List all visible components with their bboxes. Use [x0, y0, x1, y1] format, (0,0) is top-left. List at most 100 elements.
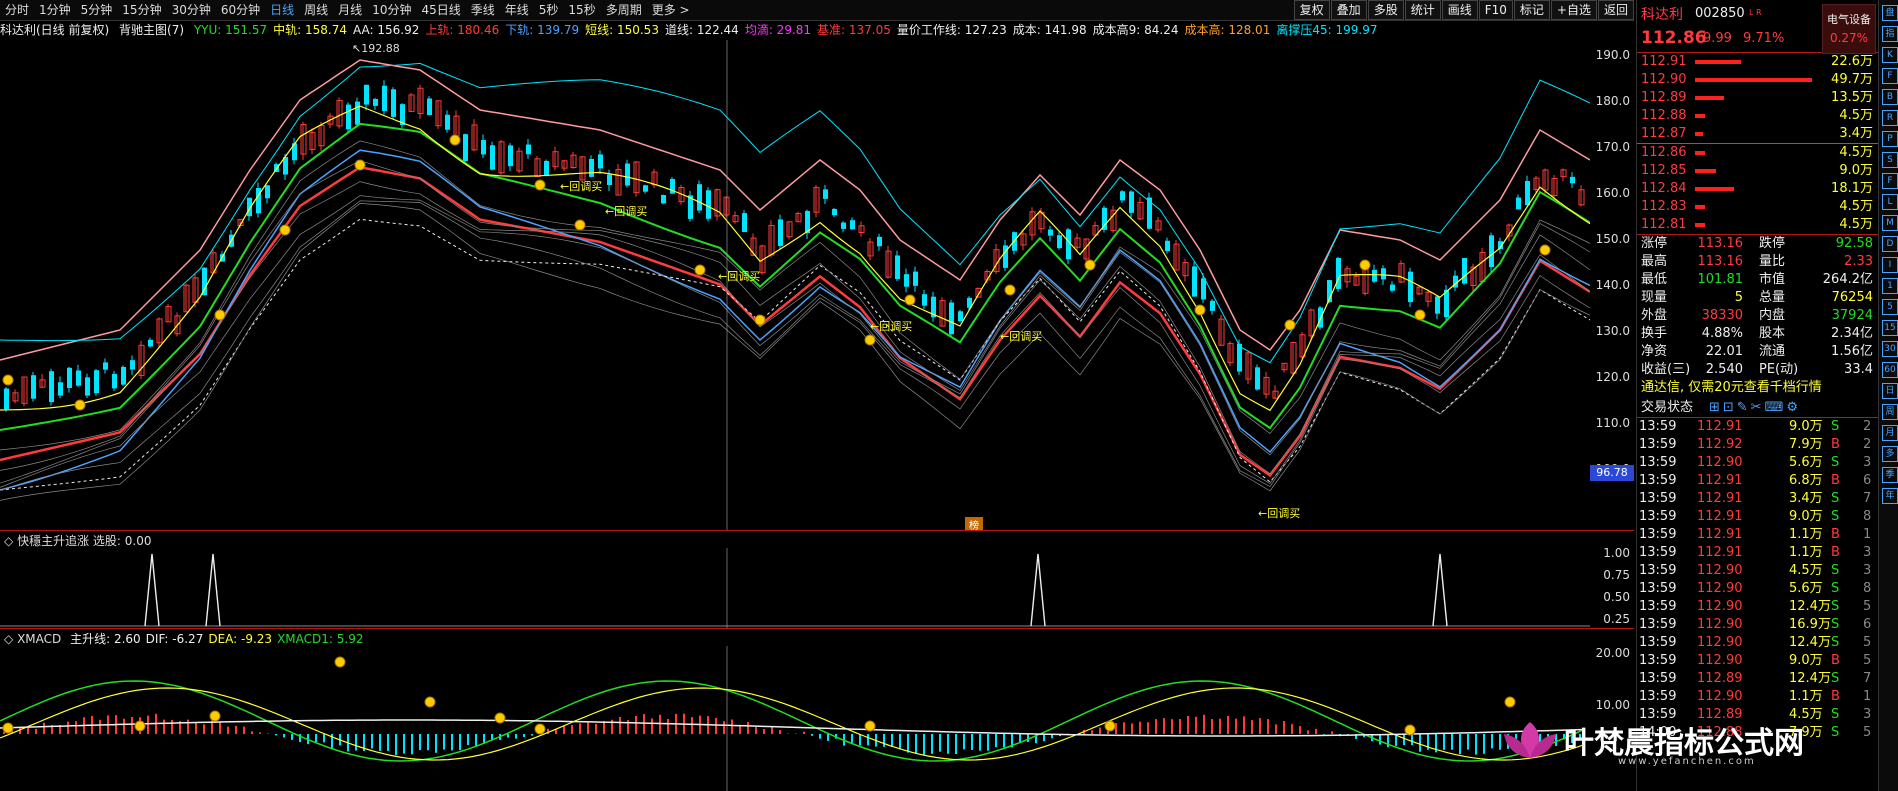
fan-line — [0, 200, 1590, 491]
toolbar-button-0[interactable]: 复权 — [1293, 0, 1330, 20]
period-tab-12[interactable]: 年线 — [500, 0, 534, 20]
toolbar-button-8[interactable]: 返回 — [1597, 0, 1634, 20]
side-tool-icon[interactable]: P — [1882, 131, 1898, 147]
period-tab-5[interactable]: 60分钟 — [216, 0, 265, 20]
candle — [1516, 197, 1521, 210]
period-tab-0[interactable]: 分时 — [0, 0, 34, 20]
ask-row[interactable]: 112.89 13.5万 — [1637, 89, 1879, 107]
side-tool-icon[interactable]: B — [1882, 89, 1898, 105]
side-tool-icon[interactable]: F — [1882, 68, 1898, 84]
period-tab-11[interactable]: 季线 — [466, 0, 500, 20]
toolbar-button-1[interactable]: 叠加 — [1330, 0, 1367, 20]
side-tool-icon[interactable]: D — [1882, 236, 1898, 252]
toolbar-button-3[interactable]: 统计 — [1404, 0, 1441, 20]
legend-item-13: 离撑压45: 199.97 — [1276, 23, 1378, 37]
side-tool-icon[interactable]: K — [1882, 47, 1898, 63]
tick-price: 112.90 — [1697, 563, 1743, 578]
bid-row[interactable]: 112.81 4.5万 — [1637, 216, 1879, 234]
side-tool-icon[interactable]: 日 — [1882, 383, 1898, 399]
ask-row[interactable]: 112.88 4.5万 — [1637, 107, 1879, 125]
side-tool-icon[interactable]: 多 — [1882, 446, 1898, 462]
side-tool-icon[interactable]: S — [1882, 152, 1898, 168]
period-tab-8[interactable]: 月线 — [333, 0, 367, 20]
period-tab-1[interactable]: 1分钟 — [34, 0, 76, 20]
toolbar-button-7[interactable]: +自选 — [1550, 0, 1597, 20]
ask-row[interactable]: 112.90 49.7万 — [1637, 71, 1879, 89]
toolbar-button-6[interactable]: 标记 — [1513, 0, 1550, 20]
period-tab-16[interactable]: 更多 > — [647, 0, 695, 20]
candle — [877, 236, 882, 247]
bid-row[interactable]: 112.84 18.1万 — [1637, 180, 1879, 198]
signal-dot — [904, 294, 916, 306]
side-tool-icon[interactable]: 周 — [1882, 404, 1898, 420]
signal-spike-chart[interactable] — [0, 548, 1590, 628]
toolbar-button-4[interactable]: 画线 — [1441, 0, 1478, 20]
promo-link[interactable]: 通达信, 仅需20元查看千档行情 — [1637, 379, 1879, 397]
tick-list[interactable]: 13:59 112.91 9.0万 S 2 13:59 112.92 7.9万 B 2 13:59 1… — [1637, 417, 1879, 742]
side-tool-icon[interactable]: R — [1882, 110, 1898, 126]
side-tool-icon[interactable]: 年 — [1882, 488, 1898, 504]
side-tool-icon[interactable]: L — [1882, 194, 1898, 210]
ask-row[interactable]: 112.91 22.6万 — [1637, 53, 1879, 71]
side-tool-icon[interactable]: 15 — [1882, 320, 1898, 336]
ask-row[interactable]: 112.87 3.4万 — [1637, 125, 1879, 143]
stat-row: 涨停 113.16 跌停 92.58 — [1637, 235, 1879, 253]
tick-time: 13:59 — [1639, 473, 1677, 488]
toolbar-icons[interactable]: ⊞⊡✎✂⌨⚙ — [1709, 398, 1801, 418]
bid-row[interactable]: 112.83 4.5万 — [1637, 198, 1879, 216]
period-tab-9[interactable]: 10分钟 — [367, 0, 416, 20]
tick-row: 13:59 112.91 9.0万 S 8 — [1637, 508, 1879, 526]
panel2-title[interactable]: 快穩主升追涨 — [17, 534, 89, 548]
toolbar-button-5[interactable]: F10 — [1478, 0, 1513, 20]
side-tool-icon[interactable]: M — [1882, 215, 1898, 231]
side-tool-icon[interactable]: 1 — [1882, 278, 1898, 294]
side-tool-icon[interactable]: 30 — [1882, 341, 1898, 357]
period-tab-6[interactable]: 日线 — [265, 0, 299, 20]
side-tool-icon[interactable]: 60 — [1882, 362, 1898, 378]
panel3-icon[interactable]: ◇ — [4, 632, 13, 646]
side-tool-icon[interactable]: 盘 — [1882, 5, 1898, 21]
period-toolbar: 分时 1分钟 5分钟 15分钟 30分钟 60分钟 日线 周线 月线 10分钟 45日线 季线 年线 5秒… — [0, 0, 1634, 21]
period-tab-4[interactable]: 30分钟 — [167, 0, 216, 20]
tick-row: 13:59 112.90 5.6万 S 8 — [1637, 580, 1879, 598]
side-tool-icon[interactable]: F — [1882, 173, 1898, 189]
panel3-title[interactable]: XMACD — [17, 632, 61, 646]
side-tool-icon[interactable]: I — [1882, 257, 1898, 273]
candle — [265, 185, 270, 199]
candle — [904, 274, 909, 287]
stat-label: 最高 — [1641, 254, 1668, 269]
tick-time: 13:59 — [1639, 419, 1677, 434]
candle — [1048, 229, 1053, 236]
axis-tick: 190.0 — [1595, 48, 1630, 62]
legend-item-8: 基准: 137.05 — [817, 23, 891, 37]
xmacd-chart[interactable] — [0, 646, 1590, 791]
period-tab-10[interactable]: 45日线 — [416, 0, 465, 20]
candle — [85, 377, 90, 396]
side-tool-icon[interactable]: 季 — [1882, 467, 1898, 483]
side-tool-icon[interactable]: 5 — [1882, 299, 1898, 315]
tick-count: 5 — [1863, 653, 1872, 668]
main-candlestick-chart[interactable]: ←回调买←回调买←回调买←回调买←回调买←回调买 — [0, 40, 1590, 530]
candle — [1390, 284, 1395, 291]
panel2-icon[interactable]: ◇ — [4, 534, 13, 548]
toolbar-button-2[interactable]: 多股 — [1367, 0, 1404, 20]
side-tool-icon[interactable]: 指 — [1882, 26, 1898, 42]
stat-value: 101.81 — [1697, 272, 1744, 287]
bid-row[interactable]: 112.85 9.0万 — [1637, 162, 1879, 180]
tick-price: 112.89 — [1697, 671, 1743, 686]
indicator-name[interactable]: 背驰主图(7) — [119, 23, 184, 37]
period-tab-7[interactable]: 周线 — [299, 0, 333, 20]
bid-row[interactable]: 112.86 4.5万 — [1637, 144, 1879, 162]
signal-dot — [134, 720, 146, 732]
period-tab-3[interactable]: 15分钟 — [117, 0, 166, 20]
side-tool-icon[interactable]: 月 — [1882, 425, 1898, 441]
signal-dot — [1284, 319, 1296, 331]
candle — [544, 160, 549, 176]
period-tab-15[interactable]: 多周期 — [601, 0, 647, 20]
period-tab-14[interactable]: 15秒 — [563, 0, 600, 20]
legend-item-12: 成本高: 128.01 — [1184, 23, 1271, 37]
period-tab-2[interactable]: 5分钟 — [76, 0, 118, 20]
candle — [391, 89, 396, 117]
period-tab-13[interactable]: 5秒 — [534, 0, 564, 20]
signal-dot — [1084, 259, 1096, 271]
